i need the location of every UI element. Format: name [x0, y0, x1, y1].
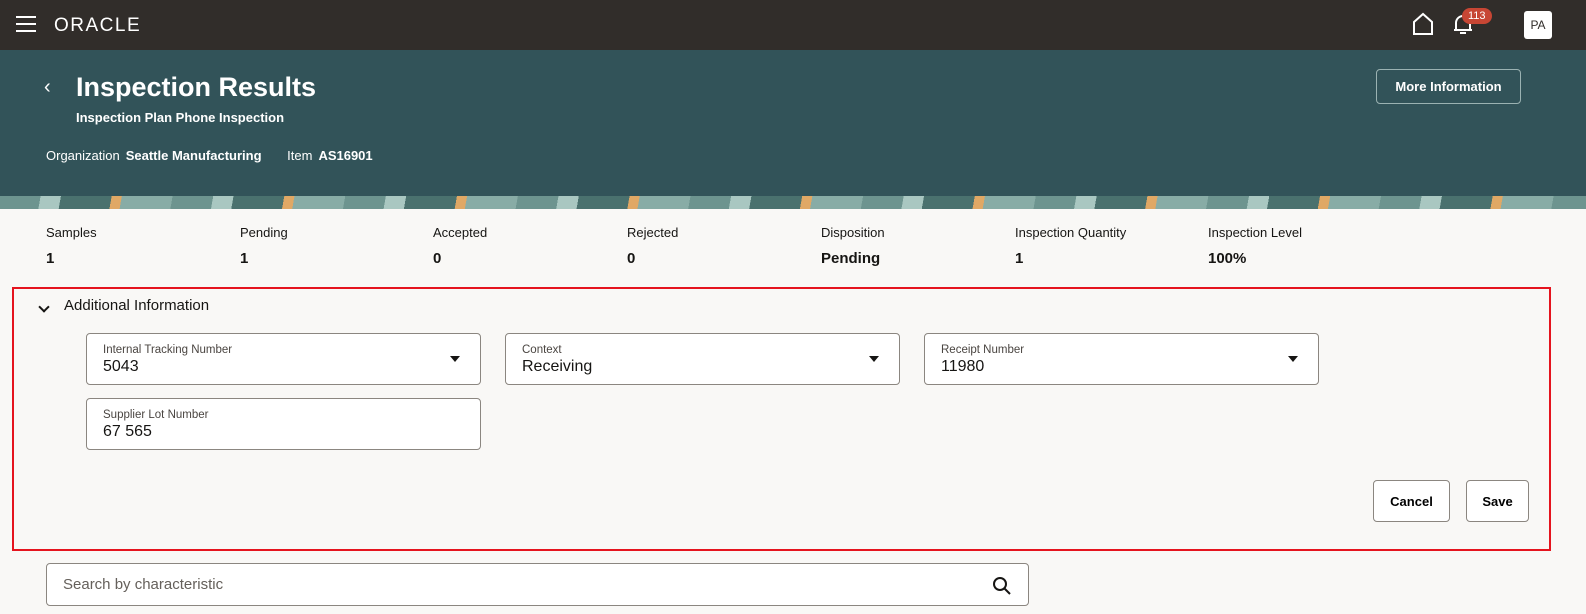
item-value: AS16901	[318, 148, 373, 163]
save-button[interactable]: Save	[1466, 480, 1529, 522]
top-bar: ORACLE 113 PA	[0, 0, 1586, 50]
stat-inspection-quantity: Inspection Quantity 1	[1015, 225, 1126, 267]
org-label: Organization	[46, 148, 120, 163]
field-value: Receiving	[522, 358, 593, 375]
page-subtitle: Inspection Plan Phone Inspection	[76, 110, 285, 125]
page-title: Inspection Results	[76, 72, 317, 102]
stat-value: 0	[627, 250, 636, 267]
page-header: ‹ Inspection Results Inspection Plan Pho…	[0, 50, 1586, 196]
supplier-lot-number-input[interactable]: Supplier Lot Number 67 565	[86, 398, 481, 450]
stat-samples: Samples 1	[46, 225, 97, 267]
stat-accepted: Accepted 0	[433, 225, 487, 267]
field-label: Supplier Lot Number	[103, 409, 209, 421]
stat-label: Inspection Level	[1208, 225, 1302, 240]
context-select[interactable]: Context Receiving	[505, 333, 900, 385]
additional-information-toggle[interactable]: Additional Information	[64, 297, 209, 314]
stat-value: Pending	[821, 250, 881, 267]
stat-label: Rejected	[627, 225, 679, 240]
stat-value: 100%	[1208, 250, 1247, 267]
header-meta: Organization Seattle Manufacturing Item AS…	[46, 148, 395, 163]
field-label: Receipt Number	[941, 344, 1025, 356]
stat-label: Pending	[240, 225, 288, 240]
more-information-button[interactable]: More Information	[1376, 69, 1521, 104]
hamburger-menu-icon[interactable]	[16, 16, 36, 32]
home-icon[interactable]	[1412, 12, 1434, 36]
back-icon[interactable]: ‹	[44, 76, 51, 99]
additional-information-panel: Additional Information Internal Tracking…	[12, 287, 1551, 551]
notification-count-badge[interactable]: 113	[1462, 8, 1492, 24]
search-input[interactable]: Search by characteristic	[46, 563, 1029, 606]
field-label: Internal Tracking Number	[103, 344, 233, 356]
stat-pending: Pending 1	[240, 225, 288, 267]
stat-label: Disposition	[821, 225, 885, 240]
receipt-number-select[interactable]: Receipt Number 11980	[924, 333, 1319, 385]
field-value: 11980	[941, 358, 985, 375]
cancel-button[interactable]: Cancel	[1373, 480, 1450, 522]
stat-inspection-level: Inspection Level 100%	[1208, 225, 1302, 267]
chevron-down-icon[interactable]	[38, 301, 50, 313]
field-label: Context	[522, 344, 562, 356]
dropdown-arrow-icon[interactable]	[869, 356, 879, 362]
stat-value: 1	[1015, 250, 1024, 267]
stat-label: Accepted	[433, 225, 488, 240]
stat-value: 0	[433, 250, 442, 267]
stat-disposition: Disposition Pending	[821, 225, 885, 267]
search-placeholder: Search by characteristic	[63, 576, 224, 593]
stat-value: 1	[46, 250, 55, 267]
user-avatar[interactable]: PA	[1524, 11, 1552, 39]
stat-label: Inspection Quantity	[1015, 225, 1127, 240]
stat-label: Samples	[46, 225, 97, 240]
field-value: 67 565	[103, 423, 152, 440]
dropdown-arrow-icon[interactable]	[1288, 356, 1298, 362]
search-icon[interactable]	[992, 576, 1012, 596]
internal-tracking-number-select[interactable]: Internal Tracking Number 5043	[86, 333, 481, 385]
oracle-logo: ORACLE	[54, 15, 142, 36]
field-value: 5043	[103, 358, 139, 375]
dropdown-arrow-icon[interactable]	[450, 356, 460, 362]
item-label: Item	[287, 148, 313, 163]
stat-value: 1	[240, 250, 249, 267]
decorative-banner	[0, 196, 1586, 209]
stat-rejected: Rejected 0	[627, 225, 678, 267]
org-value: Seattle Manufacturing	[125, 148, 262, 163]
